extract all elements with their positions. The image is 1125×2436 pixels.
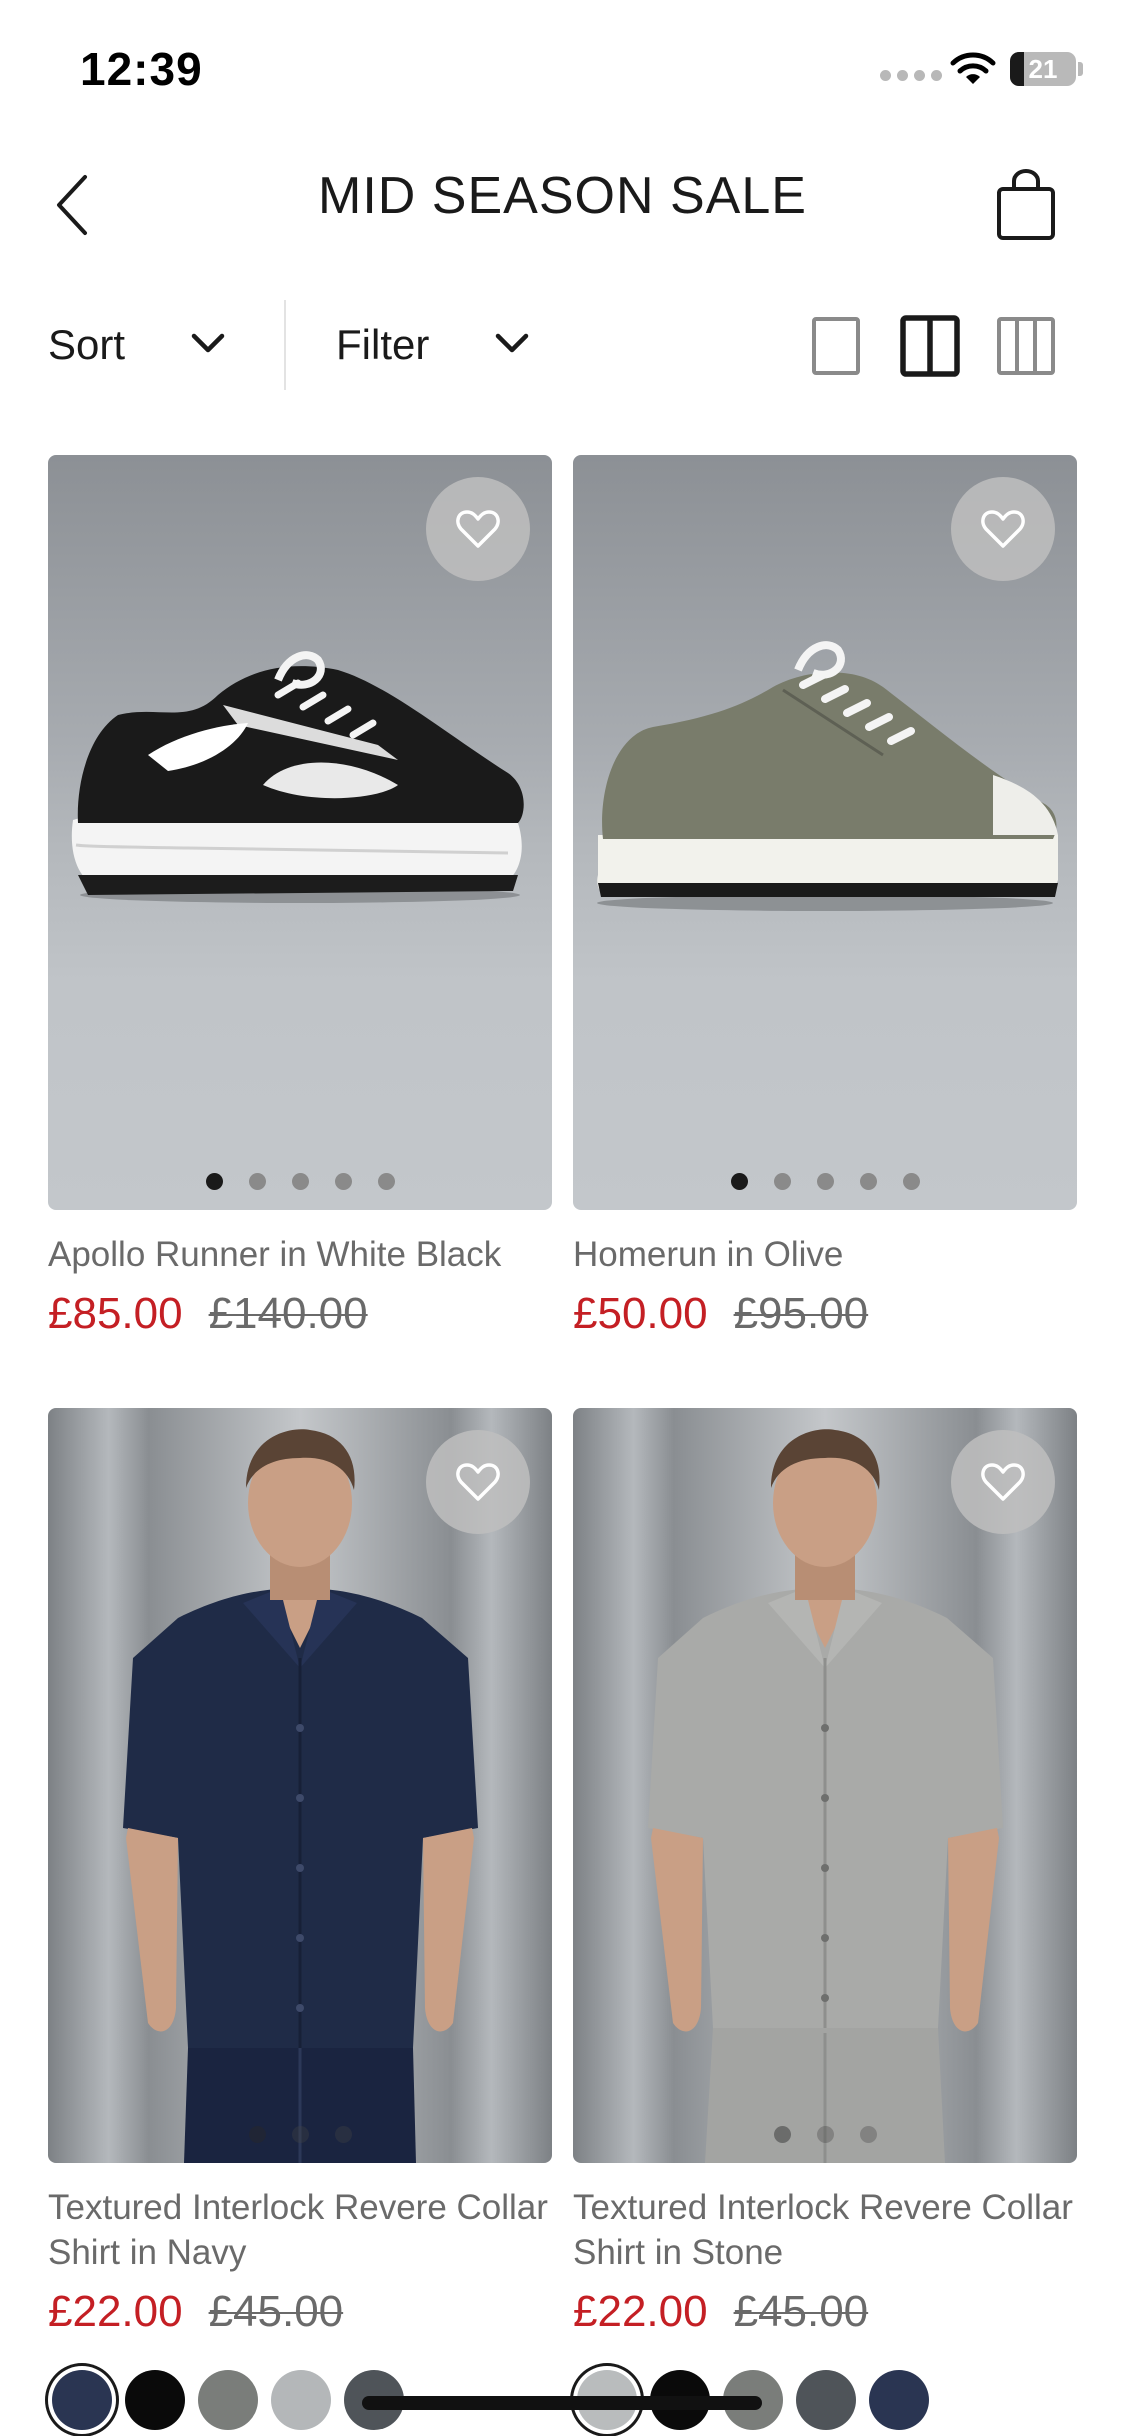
product-card[interactable]: Apollo Runner in White Black £85.00 £140…: [48, 455, 552, 1339]
image-pagination[interactable]: [573, 2126, 1077, 2143]
pagination-dot[interactable]: [859, 1173, 877, 1190]
sale-price: £22.00: [48, 2287, 183, 2336]
pagination-dot[interactable]: [334, 2126, 352, 2143]
wishlist-button[interactable]: [951, 477, 1055, 581]
color-swatch[interactable]: [796, 2370, 856, 2430]
pagination-dot[interactable]: [730, 1173, 748, 1190]
filter-label: Filter: [336, 321, 430, 368]
wishlist-button[interactable]: [951, 1430, 1055, 1534]
image-pagination[interactable]: [48, 2126, 552, 2143]
original-price: £45.00: [208, 2287, 344, 2336]
product-name[interactable]: Textured Interlock Revere Collar Shirt i…: [573, 2185, 1077, 2275]
pagination-dot[interactable]: [377, 1173, 395, 1190]
shopping-bag-button[interactable]: [986, 160, 1066, 250]
color-swatch[interactable]: [52, 2370, 112, 2430]
three-column-view-button[interactable]: [996, 316, 1056, 376]
product-prices: £85.00 £140.00: [48, 1289, 552, 1339]
battery-icon: 21: [1010, 52, 1076, 86]
wifi-icon: [950, 52, 996, 84]
pagination-dot[interactable]: [334, 1173, 352, 1190]
product-card[interactable]: Textured Interlock Revere Collar Shirt i…: [48, 1408, 552, 2337]
color-swatch[interactable]: [198, 2370, 258, 2430]
color-swatch[interactable]: [271, 2370, 331, 2430]
product-name[interactable]: Apollo Runner in White Black: [48, 1232, 552, 1277]
pagination-dot[interactable]: [291, 1173, 309, 1190]
chevron-down-icon: [191, 333, 225, 353]
toolbar: Sort Filter: [0, 290, 1125, 400]
two-column-view-button[interactable]: [900, 315, 960, 377]
header: MID SEASON SALE: [0, 140, 1125, 270]
product-image[interactable]: [48, 1408, 552, 2163]
heart-icon: [981, 510, 1025, 548]
page-title: MID SEASON SALE: [318, 167, 807, 225]
two-column-view-icon: [900, 315, 960, 377]
filter-button[interactable]: Filter: [336, 290, 556, 400]
original-price: £140.00: [208, 1289, 368, 1338]
pagination-dot[interactable]: [773, 1173, 791, 1190]
sort-button[interactable]: Sort: [48, 290, 248, 400]
product-card[interactable]: Homerun in Olive £50.00 £95.00: [573, 455, 1077, 1339]
product-prices: £22.00 £45.00: [48, 2287, 552, 2337]
sale-price: £85.00: [48, 1289, 183, 1338]
pagination-dot[interactable]: [859, 2126, 877, 2143]
home-indicator[interactable]: [362, 2396, 762, 2410]
heart-icon: [456, 1463, 500, 1501]
image-pagination[interactable]: [573, 1173, 1077, 1190]
toolbar-divider: [284, 300, 286, 390]
status-time: 12:39: [80, 43, 203, 95]
pagination-dot[interactable]: [902, 1173, 920, 1190]
product-prices: £22.00 £45.00: [573, 2287, 1077, 2337]
pagination-dot[interactable]: [205, 1173, 223, 1190]
wishlist-button[interactable]: [426, 477, 530, 581]
pagination-dot[interactable]: [816, 2126, 834, 2143]
product-card[interactable]: Textured Interlock Revere Collar Shirt i…: [573, 1408, 1077, 2337]
sale-price: £50.00: [573, 1289, 708, 1338]
status-bar: 12:39 21: [0, 0, 1125, 140]
pagination-dot[interactable]: [291, 2126, 309, 2143]
heart-icon: [981, 1463, 1025, 1501]
product-image[interactable]: [573, 455, 1077, 1210]
battery-level: 21: [1028, 53, 1058, 84]
single-column-view-icon: [812, 317, 860, 375]
battery-nub: [1078, 62, 1083, 76]
color-swatch[interactable]: [869, 2370, 929, 2430]
heart-icon: [456, 510, 500, 548]
product-prices: £50.00 £95.00: [573, 1289, 1077, 1339]
product-name[interactable]: Textured Interlock Revere Collar Shirt i…: [48, 2185, 552, 2275]
product-name[interactable]: Homerun in Olive: [573, 1232, 1077, 1277]
sort-label: Sort: [48, 321, 126, 368]
pagination-dot[interactable]: [816, 1173, 834, 1190]
chevron-down-icon: [495, 333, 529, 353]
image-pagination[interactable]: [48, 1173, 552, 1190]
original-price: £45.00: [733, 2287, 869, 2336]
sale-price: £22.00: [573, 2287, 708, 2336]
wishlist-button[interactable]: [426, 1430, 530, 1534]
single-column-view-button[interactable]: [806, 316, 866, 376]
product-image[interactable]: [48, 455, 552, 1210]
original-price: £95.00: [733, 1289, 869, 1338]
shopping-bag-icon: [997, 169, 1055, 240]
color-swatches: [52, 2370, 404, 2430]
three-column-view-icon: [997, 317, 1055, 375]
pagination-dot[interactable]: [248, 1173, 266, 1190]
product-image[interactable]: [573, 1408, 1077, 2163]
pagination-dot[interactable]: [773, 2126, 791, 2143]
pagination-dot[interactable]: [248, 2126, 266, 2143]
color-swatch[interactable]: [125, 2370, 185, 2430]
signal-dots-icon: [880, 70, 942, 81]
